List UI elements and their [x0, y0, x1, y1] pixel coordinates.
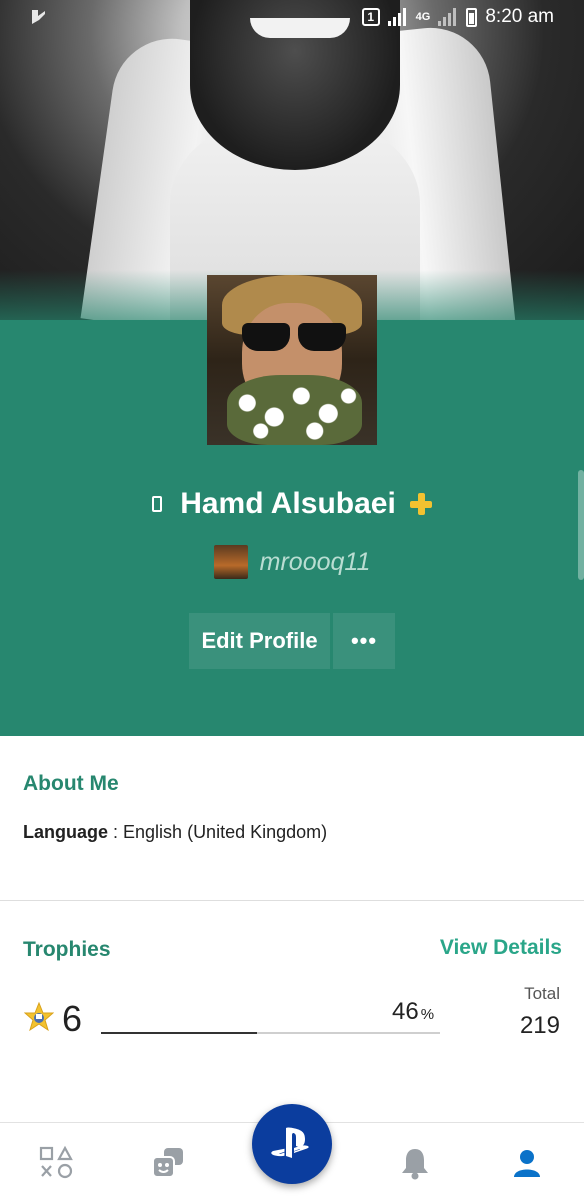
percent-sign: % [420, 1006, 435, 1023]
trophies-section: Trophies View Details 6 46% Total 219 [0, 902, 584, 1122]
signal-icon-2 [438, 8, 458, 26]
trophies-title: Trophies [23, 938, 111, 961]
profile-picture[interactable] [207, 275, 377, 445]
profile-actions: Edit Profile ••• [189, 613, 395, 669]
cover-photo [0, 0, 584, 320]
language-value: English (United Kingdom) [123, 822, 328, 842]
trophy-level-star-icon [24, 1002, 54, 1032]
edit-profile-button[interactable]: Edit Profile [189, 613, 330, 669]
online-id: mroooq11 [259, 547, 371, 576]
level-progress-percent: 46% [392, 998, 434, 1026]
psn-avatar [213, 545, 248, 579]
level-progress-fill [101, 1032, 257, 1034]
playstation-plus-icon [409, 493, 432, 515]
real-name: Hamd Alsubaei [180, 487, 396, 520]
sim-slot-badge: 1 [361, 8, 380, 26]
total-trophies-label: Total [524, 984, 560, 1003]
about-me-section: About Me Language : English (United King… [0, 736, 584, 901]
notifications-icon[interactable] [393, 1141, 437, 1185]
network-type: 4G [415, 11, 431, 23]
trophy-level: 6 [62, 998, 83, 1039]
signal-icon [387, 8, 408, 26]
level-progress-bar [101, 1032, 440, 1034]
more-options-button[interactable]: ••• [333, 613, 395, 669]
progress-percent-value: 46 [392, 998, 419, 1025]
friends-icon[interactable] [146, 1141, 190, 1185]
view-details-link[interactable]: View Details [440, 936, 562, 960]
battery-icon [466, 7, 478, 27]
about-me-title: About Me [23, 772, 119, 795]
total-trophies-value: 219 [519, 1012, 560, 1039]
app-notification-icon [30, 8, 48, 31]
games-icon[interactable] [34, 1141, 78, 1185]
language-row: Language : English (United Kingdom) [23, 822, 327, 843]
name-row: Hamd Alsubaei [0, 484, 584, 524]
profile-icon[interactable] [505, 1141, 549, 1185]
playstation-home-icon[interactable] [252, 1104, 332, 1184]
status-bar: 1 4G 8:20 am [0, 0, 584, 36]
language-separator: : [108, 822, 124, 842]
mobile-device-icon [152, 496, 163, 512]
language-label: Language [23, 822, 109, 842]
clock: 8:20 am [485, 6, 554, 27]
online-id-row: mroooq11 [0, 544, 584, 580]
